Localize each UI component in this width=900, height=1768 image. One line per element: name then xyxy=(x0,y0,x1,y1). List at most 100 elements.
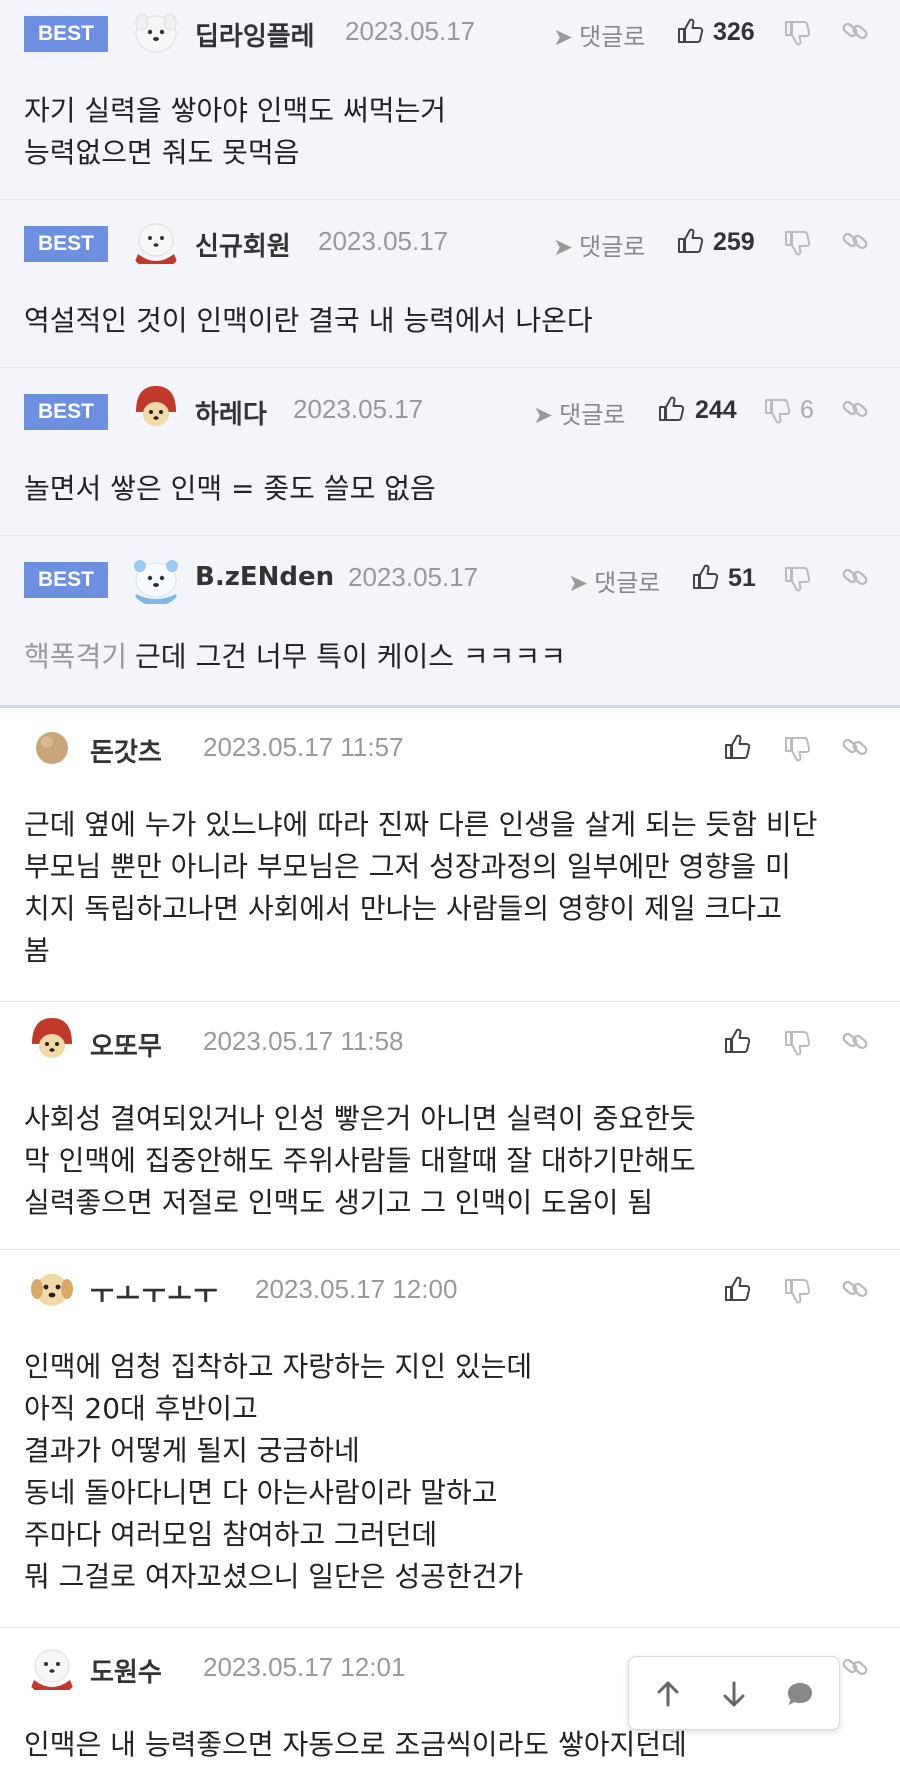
reply-label: 댓글로 xyxy=(579,233,646,261)
comment-body: 사회성 결여되있거나 인성 빻은거 아니면 실력이 중요한듯 막 인맥에 집중안… xyxy=(0,1082,900,1224)
best-badge: BEST xyxy=(24,394,108,430)
speech-bubble-icon[interactable] xyxy=(783,1677,817,1711)
thumbs-down-icon[interactable] xyxy=(762,396,792,426)
comment-text: 근데 그건 너무 특이 케이스 ㅋㅋㅋㅋ xyxy=(135,640,566,673)
comment-line: 인맥은 내 능력좋으면 자동으로 조금씩이라도 쌓아지던데 xyxy=(24,1728,687,1761)
link-icon[interactable] xyxy=(840,1652,870,1682)
thumbs-up-icon[interactable] xyxy=(722,1274,752,1304)
comment-date: 2023.05.17 12:00 xyxy=(255,1274,458,1304)
avatar[interactable] xyxy=(24,1014,80,1070)
downvote-count: 6 xyxy=(800,396,814,424)
comment-line: 주마다 여러모임 참여하고 그러던데 xyxy=(24,1518,438,1551)
arrow-up-icon[interactable] xyxy=(651,1677,685,1711)
best-badge: BEST xyxy=(24,562,108,598)
link-icon[interactable] xyxy=(840,226,870,256)
reply-arrow-icon: ➤ xyxy=(553,233,574,261)
thumbs-down-icon[interactable] xyxy=(782,18,812,48)
comment-line: 동네 돌아다니면 다 아는사람이라 말하고 xyxy=(24,1476,498,1509)
reply-button[interactable]: ➤ 댓글로 xyxy=(568,563,660,598)
best-comments-section: BEST 딥라잉플레 2023.05.17 ➤ 댓글로 326 자기 실력을 쌓아… xyxy=(0,0,900,708)
link-icon[interactable] xyxy=(840,394,870,424)
comment-date: 2023.05.17 xyxy=(348,562,479,592)
thumbs-down-icon[interactable] xyxy=(782,228,812,258)
quoted-nickname[interactable]: 핵폭격기 xyxy=(24,640,127,673)
comment-date: 2023.05.17 12:01 xyxy=(203,1652,406,1682)
comment-header: BEST B.zENden 2023.05.17 ➤ 댓글로 51 xyxy=(0,536,900,618)
thumbs-down-icon[interactable] xyxy=(782,1276,812,1306)
comment-line: 인맥에 엄청 집착하고 자랑하는 지인 있는데 xyxy=(24,1350,533,1383)
nickname[interactable]: 딥라잉플레 xyxy=(195,16,315,53)
link-icon[interactable] xyxy=(840,562,870,592)
comment-body: 인맥에 엄청 집착하고 자랑하는 지인 있는데 아직 20대 후반이고 결과가 … xyxy=(0,1330,900,1598)
floating-scroll-controls xyxy=(628,1656,840,1730)
comment-line: 부모님 뿐만 아니라 부모님은 그저 성장과정의 일부에만 영향을 미 xyxy=(24,850,791,883)
comment-item: ㅜㅗㅜㅗㅜ 2023.05.17 12:00 인맥에 엄청 집착하고 자랑하는 … xyxy=(0,1250,900,1628)
reply-label: 댓글로 xyxy=(579,23,646,51)
comment-body: 역설적인 것이 인맥이란 결국 내 능력에서 나온다 xyxy=(0,280,900,342)
best-comment: BEST 신규회원 2023.05.17 ➤ 댓글로 259 역설적인 것이 인맥… xyxy=(0,200,900,368)
thumbs-down-icon[interactable] xyxy=(782,1028,812,1058)
upvote-count: 244 xyxy=(695,396,737,424)
link-icon[interactable] xyxy=(840,1026,870,1056)
nickname[interactable]: ㅜㅗㅜㅗㅜ xyxy=(90,1274,220,1311)
reply-button[interactable]: ➤ 댓글로 xyxy=(553,227,645,262)
best-badge: BEST xyxy=(24,226,108,262)
comment-line: 근데 옆에 누가 있느냐에 따라 진짜 다른 인생을 살게 되는 듯함 비단 xyxy=(24,808,818,841)
avatar[interactable] xyxy=(128,4,184,60)
reply-label: 댓글로 xyxy=(594,569,661,597)
thumbs-up-icon[interactable] xyxy=(675,226,705,256)
comment-header: BEST 딥라잉플레 2023.05.17 ➤ 댓글로 326 xyxy=(0,0,900,66)
avatar[interactable] xyxy=(128,382,184,438)
comment-line: 역설적인 것이 인맥이란 결국 내 능력에서 나온다 xyxy=(24,304,593,337)
nickname[interactable]: 신규회원 xyxy=(195,226,291,263)
comment-line: 봄 xyxy=(24,934,50,967)
comment-line: 막 인맥에 집중안해도 주위사람들 대할때 잘 대하기만해도 xyxy=(24,1144,696,1177)
reply-arrow-icon: ➤ xyxy=(553,23,574,51)
reply-button[interactable]: ➤ 댓글로 xyxy=(533,395,625,430)
nickname[interactable]: B.zENden xyxy=(195,562,334,592)
comment-body: 근데 옆에 누가 있느냐에 따라 진짜 다른 인생을 살게 되는 듯함 비단 부… xyxy=(0,788,900,972)
avatar[interactable] xyxy=(128,214,184,270)
thumbs-up-icon[interactable] xyxy=(690,562,720,592)
comment-line: 치지 독립하고나면 사회에서 만나는 사람들의 영향이 제일 크다고 xyxy=(24,892,782,925)
thumbs-up-icon[interactable] xyxy=(722,1026,752,1056)
reply-button[interactable]: ➤ 댓글로 xyxy=(553,17,645,52)
link-icon[interactable] xyxy=(840,16,870,46)
upvote-count: 259 xyxy=(713,228,755,256)
comment-body: 놀면서 쌓은 인맥 = 좆도 쓸모 없음 xyxy=(0,448,900,510)
reply-arrow-icon: ➤ xyxy=(533,401,554,429)
avatar[interactable] xyxy=(128,550,184,606)
avatar[interactable] xyxy=(24,1640,80,1696)
arrow-down-icon[interactable] xyxy=(717,1677,751,1711)
comment-date: 2023.05.17 11:57 xyxy=(203,732,404,762)
thumbs-down-icon[interactable] xyxy=(782,734,812,764)
comment-line: 실력좋으면 저절로 인맥도 생기고 그 인맥이 도움이 됨 xyxy=(24,1186,654,1219)
best-comment: BEST 딥라잉플레 2023.05.17 ➤ 댓글로 326 자기 실력을 쌓아… xyxy=(0,0,900,200)
link-icon[interactable] xyxy=(840,732,870,762)
nickname[interactable]: 도원수 xyxy=(90,1652,162,1689)
comment-line: 뭐 그걸로 여자꼬셨으니 일단은 성공한건가 xyxy=(24,1560,524,1593)
avatar[interactable] xyxy=(24,1262,80,1318)
comment-line: 놀면서 쌓은 인맥 = 좆도 쓸모 없음 xyxy=(24,472,436,505)
best-badge: BEST xyxy=(24,16,108,52)
comment-item: 돈갓츠 2023.05.17 11:57 근데 옆에 누가 있느냐에 따라 진짜… xyxy=(0,708,900,1002)
reply-arrow-icon: ➤ xyxy=(568,569,589,597)
comment-line: 사회성 결여되있거나 인성 빻은거 아니면 실력이 중요한듯 xyxy=(24,1102,696,1135)
thumbs-up-icon[interactable] xyxy=(722,732,752,762)
upvote-count: 326 xyxy=(713,18,755,46)
thumbs-up-icon[interactable] xyxy=(675,16,705,46)
comments-section: 돈갓츠 2023.05.17 11:57 근데 옆에 누가 있느냐에 따라 진짜… xyxy=(0,708,900,1768)
comment-line: 능력없으면 줘도 못먹음 xyxy=(24,136,300,169)
avatar[interactable] xyxy=(24,720,80,776)
nickname[interactable]: 오또무 xyxy=(90,1026,162,1063)
comment-body: 핵폭격기 근데 그건 너무 특이 케이스 ㅋㅋㅋㅋ xyxy=(0,618,900,678)
thumbs-up-icon[interactable] xyxy=(656,394,686,424)
nickname[interactable]: 돈갓츠 xyxy=(90,732,162,769)
nickname[interactable]: 하레다 xyxy=(195,394,267,431)
thumbs-down-icon[interactable] xyxy=(782,564,812,594)
comment-date: 2023.05.17 xyxy=(345,16,476,46)
link-icon[interactable] xyxy=(840,1274,870,1304)
comment-line: 아직 20대 후반이고 xyxy=(24,1392,258,1425)
comment-line: 결과가 어떻게 될지 궁금하네 xyxy=(24,1434,360,1467)
comment-line: 자기 실력을 쌓아야 인맥도 써먹는거 xyxy=(24,94,447,127)
